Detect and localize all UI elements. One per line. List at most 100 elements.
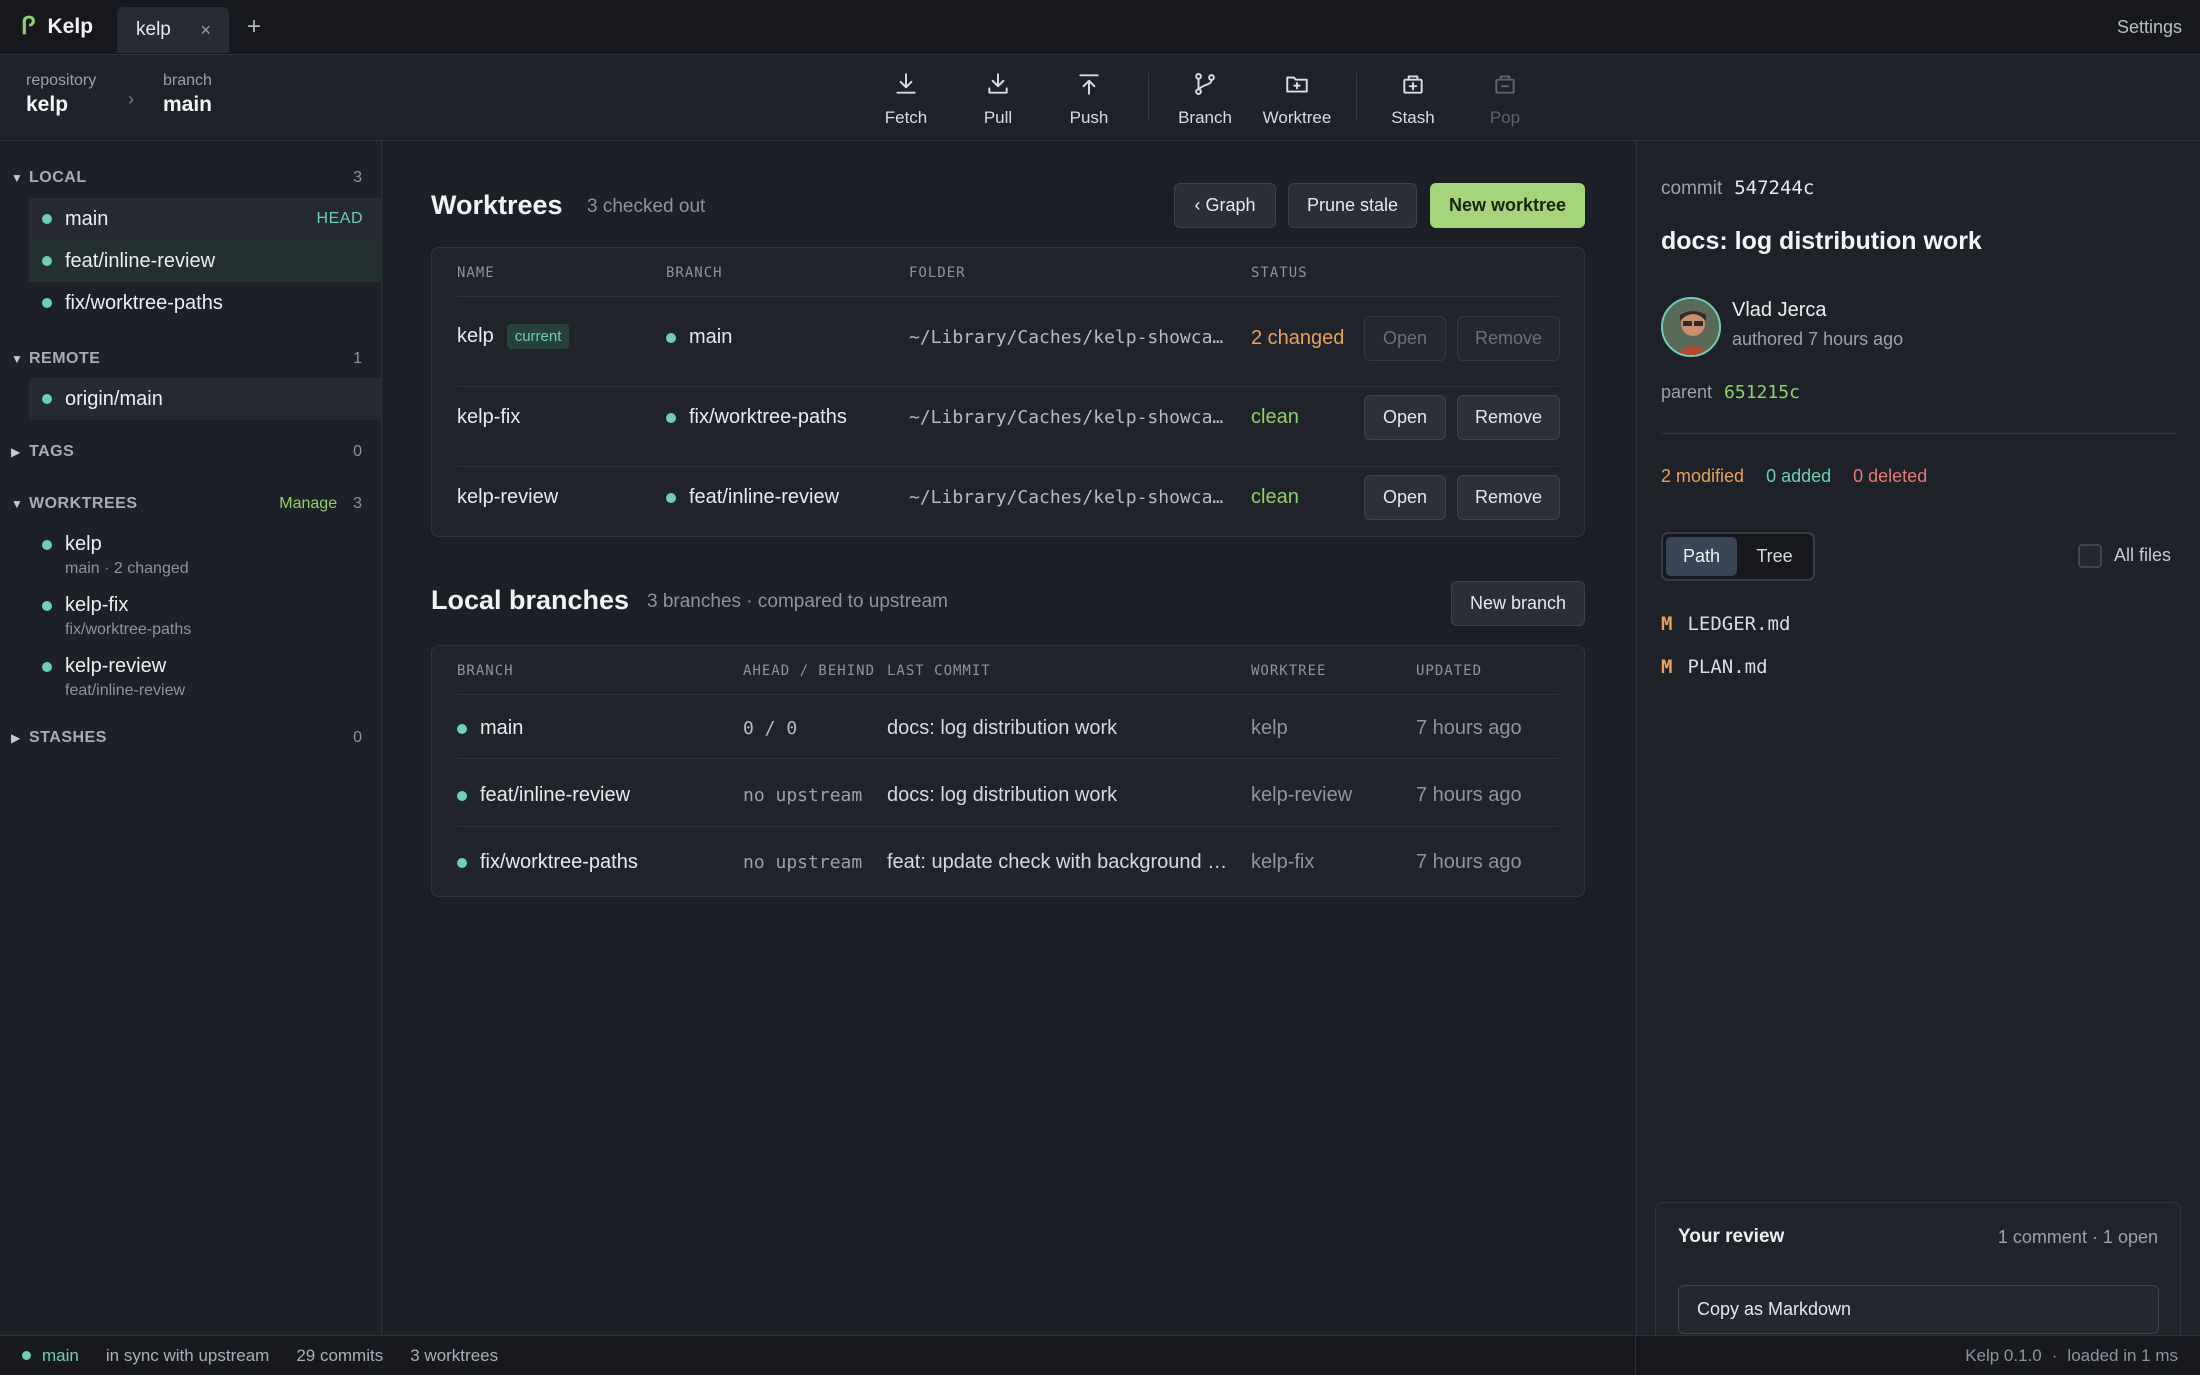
worktree-cell: kelp <box>1251 717 1288 739</box>
sidebar-section-local[interactable]: ▼ LOCAL 3 <box>0 166 380 190</box>
push-button[interactable]: Push <box>1047 71 1131 128</box>
sidebar-worktree-kelp-review[interactable]: kelp-review feat/inline-review <box>42 655 372 700</box>
worktree-name: kelp <box>457 325 494 347</box>
breadcrumb-repo[interactable]: repository kelp <box>26 72 96 117</box>
open-button[interactable]: Open <box>1364 475 1446 520</box>
add-tab-button[interactable]: + <box>247 13 261 41</box>
kelp-logo-icon: Ꮅ <box>22 13 36 40</box>
sidebar-worktree-kelp-fix[interactable]: kelp-fix fix/worktree-paths <box>42 594 372 639</box>
remove-button[interactable]: Remove <box>1457 316 1560 361</box>
settings-link[interactable]: Settings <box>2117 17 2182 38</box>
table-row-branch[interactable]: fix/worktree-paths <box>457 851 638 874</box>
breadcrumb-branch[interactable]: branch main <box>163 72 212 117</box>
sidebar-item-feat-inline-review[interactable]: feat/inline-review <box>29 240 381 282</box>
column-header: WORKTREE <box>1251 663 1327 679</box>
sidebar-item-label: main <box>65 207 109 230</box>
worktrees-table: NAME BRANCH FOLDER STATUS kelp current m… <box>431 247 1585 537</box>
new-worktree-button[interactable]: New worktree <box>1430 183 1585 228</box>
toolbar-divider <box>1148 73 1149 121</box>
section-title: LOCAL <box>29 169 87 186</box>
table-row-branch[interactable]: main <box>457 717 523 740</box>
fetch-button[interactable]: Fetch <box>864 71 948 128</box>
section-count: 1 <box>353 350 362 367</box>
local-branches-title: Local branches <box>431 585 630 615</box>
pop-button[interactable]: Pop <box>1463 71 1547 128</box>
branch-dot-icon <box>42 298 52 308</box>
sidebar-section-tags[interactable]: ▶ TAGS 0 <box>0 440 380 464</box>
file-status: M <box>1661 656 1673 678</box>
status-loaded: loaded in 1 ms <box>2067 1345 2178 1365</box>
local-branches-subtitle: 3 branches · compared to upstream <box>647 591 948 612</box>
pull-icon <box>988 73 1008 94</box>
branch-dot-icon <box>22 1351 31 1360</box>
column-header: AHEAD / BEHIND <box>743 663 876 679</box>
table-row-branch[interactable]: feat/inline-review <box>457 784 630 807</box>
sidebar-item-main[interactable]: main HEAD <box>29 198 381 240</box>
remove-button[interactable]: Remove <box>1457 395 1560 440</box>
branch-button[interactable]: Branch <box>1163 71 1247 128</box>
worktrees-title: Worktrees <box>431 190 563 220</box>
all-files-checkbox[interactable] <box>2078 544 2102 568</box>
remove-button[interactable]: Remove <box>1457 475 1560 520</box>
commit-header: commit 547244c <box>1661 177 1814 200</box>
status-branch[interactable]: main <box>42 1346 79 1366</box>
manage-worktrees-link[interactable]: Manage <box>279 495 337 513</box>
caret-down-icon: ▼ <box>11 352 23 366</box>
sidebar: ▼ LOCAL 3 main HEAD feat/inline-review f… <box>0 141 382 1335</box>
caret-down-icon: ▼ <box>11 497 23 511</box>
view-path-button[interactable]: Path <box>1666 537 1737 576</box>
upload-icon <box>1079 74 1099 95</box>
file-item[interactable]: M LEDGER.md <box>1661 613 1790 635</box>
modified-count: 2 modified <box>1661 466 1745 486</box>
status-commits: 29 commits <box>296 1345 384 1365</box>
status-worktrees: 3 worktrees <box>410 1345 499 1365</box>
column-header: FOLDER <box>909 265 966 281</box>
commit-caption: commit <box>1661 178 1723 199</box>
pop-box-icon <box>1495 75 1515 94</box>
parent-hash[interactable]: 651215c <box>1724 382 1800 403</box>
sidebar-section-remote[interactable]: ▼ REMOTE 1 <box>0 347 380 371</box>
branch-dot-icon <box>457 857 467 868</box>
sidebar-item-label: fix/worktree-paths <box>65 291 223 314</box>
ahead-behind: 0 / 0 <box>743 718 798 739</box>
section-title: REMOTE <box>29 350 101 367</box>
column-header: BRANCH <box>457 663 514 679</box>
worktree-button[interactable]: Worktree <box>1255 71 1339 128</box>
branch-name: main <box>689 326 733 348</box>
graph-button[interactable]: ‹ Graph <box>1174 183 1276 228</box>
open-button[interactable]: Open <box>1364 395 1446 440</box>
branch-name: feat/inline-review <box>689 486 840 508</box>
status-version: Kelp 0.1.0 <box>1965 1345 2042 1365</box>
sidebar-item-origin-main[interactable]: origin/main <box>29 378 381 420</box>
pull-button[interactable]: Pull <box>956 71 1040 128</box>
file-item[interactable]: M PLAN.md <box>1661 656 1768 678</box>
table-row-branch: fix/worktree-paths <box>666 406 847 429</box>
worktrees-subtitle: 3 checked out <box>587 196 706 217</box>
last-commit: docs: log distribution work <box>887 784 1118 806</box>
view-tree-button[interactable]: Tree <box>1739 537 1810 576</box>
close-icon[interactable]: × <box>200 20 211 41</box>
sidebar-worktree-kelp[interactable]: kelp main · 2 changed <box>42 533 372 578</box>
branch-name: feat/inline-review <box>480 784 631 806</box>
stash-button[interactable]: Stash <box>1371 71 1455 128</box>
new-branch-button[interactable]: New branch <box>1451 581 1585 626</box>
ahead-behind: no upstream <box>743 852 863 873</box>
tab-kelp[interactable]: kelp × <box>117 7 229 53</box>
branch-dot-icon <box>457 790 467 801</box>
fetch-label: Fetch <box>884 108 928 127</box>
caret-down-icon: ▼ <box>11 171 23 185</box>
copy-markdown-button[interactable]: Copy as Markdown <box>1678 1285 2159 1334</box>
sidebar-section-stashes[interactable]: ▶ STASHES 0 <box>0 726 380 750</box>
open-button[interactable]: Open <box>1364 316 1446 361</box>
sidebar-item-fix-worktree-paths[interactable]: fix/worktree-paths <box>29 282 381 324</box>
main-content: Worktrees 3 checked out ‹ Graph Prune st… <box>382 141 1636 1335</box>
ahead-behind: no upstream <box>743 785 863 806</box>
file-name: PLAN.md <box>1687 656 1768 678</box>
sidebar-section-worktrees[interactable]: ▼ WORKTREES Manage 3 <box>0 492 380 516</box>
commit-hash[interactable]: 547244c <box>1734 177 1814 199</box>
section-title: STASHES <box>29 729 107 746</box>
branch-name: main <box>163 93 213 116</box>
prune-stale-button[interactable]: Prune stale <box>1288 183 1417 228</box>
worktree-name: kelp <box>65 533 102 555</box>
status-separator: · <box>2051 1345 2058 1365</box>
